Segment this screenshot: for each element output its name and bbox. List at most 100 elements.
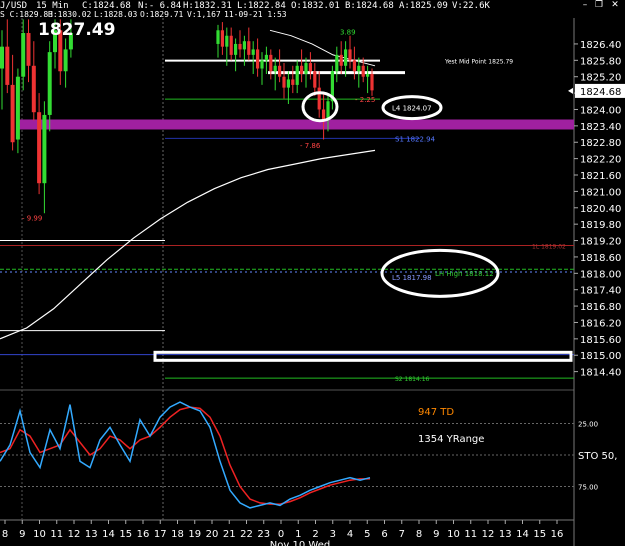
x-tick-label: 17 — [154, 529, 167, 540]
candle-bull — [366, 73, 370, 77]
candle-bear — [352, 60, 356, 72]
candle-bear — [26, 33, 31, 66]
candle-bear — [238, 43, 242, 50]
chart-window: { "header": { "symbol_prefix": "J/USD", … — [0, 0, 625, 546]
secondary-low: L:1828.03 — [94, 10, 138, 19]
yrange-annotation: 1354 YRange — [418, 434, 484, 445]
x-tick-label: 12 — [482, 529, 495, 540]
chart-canvas: 1826.401825.801825.201824.601824.001823.… — [0, 18, 625, 546]
candle-bull — [260, 60, 264, 69]
candle-bull — [0, 46, 4, 69]
x-tick-label: 3 — [330, 529, 336, 540]
y-tick-label: 1826.40 — [580, 40, 621, 51]
x-tick-label: 16 — [137, 529, 150, 540]
y-tick-label: 1820.40 — [580, 204, 621, 215]
y-tick-label: 1818.00 — [580, 269, 621, 280]
x-tick-label: 9 — [19, 529, 25, 540]
close-icon[interactable]: ✕ — [610, 0, 620, 10]
level-label-lh-high: LH High 1818.12 — [435, 270, 494, 278]
candle-bear — [256, 49, 260, 69]
x-tick-label: 5 — [364, 529, 370, 540]
date-label: Nov 10 Wed — [270, 540, 330, 546]
candle-bull — [63, 49, 68, 72]
y-tick-label: 1819.80 — [580, 220, 621, 231]
candle-bull — [273, 65, 277, 72]
level-label-l5: L5 1817.98 — [392, 274, 432, 282]
candle-bull — [42, 114, 47, 184]
candle-bear — [220, 30, 224, 47]
candle-bull — [335, 54, 339, 72]
x-tick-label: 23 — [257, 529, 270, 540]
x-tick-label: 15 — [119, 529, 132, 540]
x-tick-label: 20 — [206, 529, 219, 540]
x-tick-label: 13 — [499, 529, 512, 540]
x-tick-label: 7 — [399, 529, 405, 540]
x-tick-label: 12 — [68, 529, 81, 540]
x-tick-label: 19 — [188, 529, 201, 540]
candle-bull — [251, 49, 255, 55]
candle-bull — [216, 30, 220, 44]
x-tick-label: 9 — [433, 529, 439, 540]
candle-bull — [21, 33, 26, 77]
restore-icon[interactable]: ❐ — [594, 0, 604, 10]
y-tick-label: 1816.80 — [580, 302, 621, 313]
y-tick-label: 1818.60 — [580, 253, 621, 264]
x-tick-label: 2 — [312, 529, 318, 540]
y-tick-label: 1816.20 — [580, 318, 621, 329]
level-label-1l: 1L 1819.02 — [532, 243, 566, 250]
y-tick-label: 1815.60 — [580, 335, 621, 346]
candle-bear — [339, 54, 343, 66]
level-label-minus-225: - 2.25 — [355, 96, 375, 104]
secondary-high: H:1830.02 — [48, 10, 92, 19]
x-tick-label: 1 — [295, 529, 301, 540]
y-tick-label: 1823.40 — [580, 122, 621, 133]
candle-bull — [47, 52, 52, 115]
x-tick-label: 14 — [102, 529, 115, 540]
candle-bear — [37, 112, 42, 184]
candle-bear — [308, 63, 312, 72]
level-label-l4: L4 1824.07 — [392, 105, 432, 113]
x-tick-label: 8 — [2, 529, 8, 540]
s2-box — [153, 350, 573, 362]
stoch-d-line — [0, 406, 370, 505]
candle-bear — [317, 87, 321, 110]
level-label-mid-point: Yest Mid Point 1825.79 — [444, 59, 513, 66]
candle-bear — [282, 76, 286, 88]
candle-bear — [313, 71, 317, 88]
candle-bull — [357, 65, 361, 72]
candle-bull — [242, 41, 246, 50]
candle-bear — [31, 65, 36, 113]
candle-bull — [295, 65, 299, 85]
candle-bull — [234, 43, 238, 55]
x-tick-label: 10 — [447, 529, 460, 540]
candle-bull — [15, 76, 20, 140]
x-tick-label: 21 — [223, 529, 236, 540]
last-price-tag: 1824.68 — [580, 87, 621, 98]
x-tick-label: 8 — [416, 529, 422, 540]
y-tick-label: 1825.20 — [580, 73, 621, 84]
candle-bear — [229, 35, 233, 55]
level-label-s1: S1 1822.94 — [395, 135, 436, 143]
candle-bull — [286, 79, 290, 88]
stoch-y-tick: 25.00 — [578, 421, 598, 429]
x-tick-label: 11 — [50, 529, 63, 540]
minimize-icon[interactable]: – — [580, 0, 590, 10]
candle-bull — [344, 49, 348, 66]
candle-bull — [225, 35, 229, 47]
y-tick-label: 1815.00 — [580, 351, 621, 362]
secondary-open: O:1829.71 — [140, 10, 184, 19]
x-tick-label: 10 — [33, 529, 46, 540]
y-tick-label: 1821.00 — [580, 187, 621, 198]
last-price-arrow — [568, 87, 573, 94]
stoch-label: STO 50, — [578, 451, 617, 462]
candle-bull — [264, 54, 268, 61]
y-tick-label: 1814.40 — [580, 368, 621, 379]
level-label-389: 3.89 — [340, 29, 356, 37]
y-tick-label: 1822.20 — [580, 155, 621, 166]
candle-bull — [304, 63, 308, 74]
big-price-label: 1827.49 — [38, 20, 116, 40]
y-tick-label: 1825.80 — [580, 56, 621, 67]
candle-bear — [247, 41, 251, 55]
candle-bear — [291, 79, 295, 85]
x-tick-label: 15 — [533, 529, 546, 540]
